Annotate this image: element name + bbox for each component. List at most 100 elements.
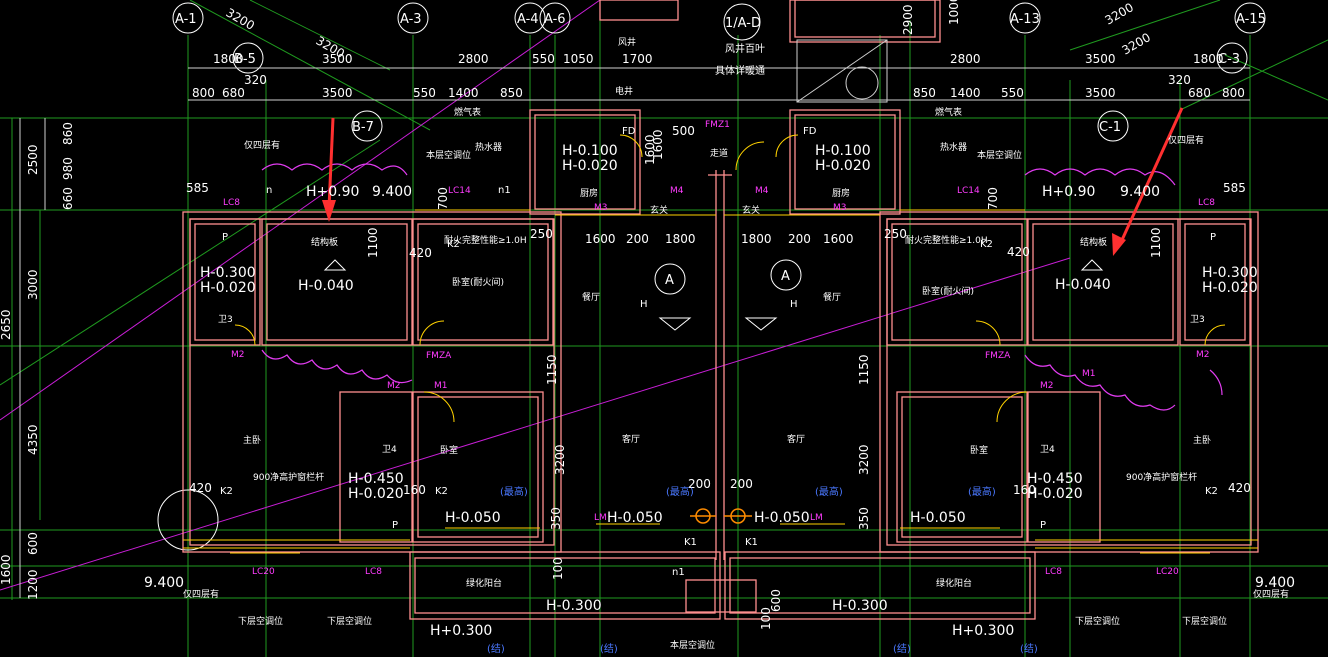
elev-13: H-0.100 — [815, 143, 871, 159]
room-bath-right: 卫4 — [1040, 445, 1055, 455]
elev-28: 9.400 — [1255, 575, 1295, 591]
tag-fmza-2: FMZA — [985, 351, 1011, 361]
tag-k2-4: K2 — [435, 486, 448, 497]
elev-11: H-0.100 — [562, 143, 618, 159]
dim-in-29: 1600 — [643, 134, 657, 165]
axis-label-a4: A-4 — [517, 12, 539, 27]
dim-top-5: 3200 — [1120, 30, 1153, 57]
label-struct-1: (结) — [487, 642, 505, 655]
elev-25: H+0.300 — [430, 623, 492, 639]
dim-in-23: 160 — [403, 483, 426, 497]
room-heater-left: 热水器 — [475, 141, 502, 153]
dim-r1-5: 1050 — [563, 52, 594, 66]
tag-lc20-1: LC20 — [252, 567, 275, 577]
tag-n1-1: n1 — [498, 185, 511, 196]
dim-r1-7: 2800 — [950, 52, 981, 66]
room-louver-2: 具体详暖通 — [715, 64, 765, 77]
room-roof-left: 仅四层有 — [244, 139, 280, 151]
elev-6: H-0.020 — [200, 280, 256, 296]
tag-m2-1: M2 — [231, 350, 245, 360]
dim-in-1: 500 — [672, 124, 695, 138]
axis-label-a1: A-1 — [175, 12, 197, 27]
tag-m2-4: M2 — [1196, 350, 1210, 360]
dim-in-3: 250 — [530, 227, 553, 241]
dim-in-6: 1800 — [665, 232, 696, 246]
label-struct-2: (结) — [600, 642, 618, 655]
dim-in-17: 3200 — [553, 444, 567, 475]
elev-16: H-0.020 — [348, 486, 404, 502]
tag-k1-2: K1 — [745, 537, 758, 548]
room-ac-low-2: 下层空调位 — [327, 615, 372, 627]
dim-r1-1: 1800 — [213, 52, 244, 66]
room-ac-top-right: 本层空调位 — [977, 149, 1022, 161]
room-living-right: 客厅 — [787, 433, 805, 445]
elev-10: H-0.020 — [1202, 280, 1258, 296]
dim-in-20: 200 — [730, 477, 753, 491]
dim-in-28: 2900 — [901, 4, 915, 35]
tag-k2-2: K2 — [980, 239, 993, 250]
axis-label-a-left: A — [665, 273, 674, 288]
axis-label-c1: C-1 — [1099, 120, 1121, 135]
tag-p-4: P — [1040, 520, 1046, 531]
dim-in-27: 600 — [769, 589, 783, 612]
tag-m3-2: M3 — [833, 203, 847, 213]
tag-m1-2: M1 — [1082, 369, 1096, 379]
elev-24: H-0.300 — [832, 598, 888, 614]
dim-r3-6: 850 — [500, 86, 523, 100]
elev-1: H+0.90 — [306, 184, 359, 200]
dim-in-35: 420 — [1228, 481, 1251, 495]
elev-27: 9.400 — [144, 575, 184, 591]
axis-label-a3: A-3 — [400, 12, 422, 27]
tag-fmza-1: FMZA — [426, 351, 452, 361]
dim-r1-4: 550 — [532, 52, 555, 66]
dim-top-4: 3200 — [1103, 0, 1136, 27]
room-fire-right: 卧室(耐火间) — [922, 285, 974, 297]
dim-r3-2: 680 — [222, 86, 245, 100]
label-struct-3: (结) — [893, 642, 911, 655]
tag-h-1: H — [640, 299, 648, 310]
dim-r1-2: 3500 — [322, 52, 353, 66]
tag-k2-3: K2 — [220, 486, 233, 497]
dim-r3-9: 550 — [1001, 86, 1024, 100]
room-fire-note-right: 耐火完整性能≥1.0H — [905, 234, 988, 246]
section-markers — [323, 259, 1104, 331]
room-ac-low-4: 下层空调位 — [1182, 615, 1227, 627]
dim-in-11: 1100 — [366, 227, 380, 258]
stair-symbols — [796, 39, 888, 103]
axis-label-a15: A-15 — [1236, 12, 1266, 27]
dim-r3-3: 3500 — [322, 86, 353, 100]
room-living-left: 客厅 — [622, 433, 640, 445]
tag-m1-1: M1 — [434, 381, 448, 391]
room-gas-right: 燃气表 — [935, 106, 962, 118]
dim-left-2: 2500 — [26, 144, 40, 175]
room-master-right: 主卧 — [1193, 434, 1211, 446]
axis-label-b7: B-7 — [352, 120, 374, 135]
label-highest-2: (最高) — [666, 485, 694, 498]
dim-left-10: 1600 — [0, 554, 13, 585]
dim-in-4: 1600 — [585, 232, 616, 246]
tag-m4-1: M4 — [670, 186, 684, 196]
dim-r2-1: 320 — [244, 73, 267, 87]
dim-in-5: 200 — [626, 232, 649, 246]
room-ac-top-left: 本层空调位 — [426, 149, 471, 161]
elev-7: H-0.040 — [298, 278, 354, 294]
tag-fmz1: FMZ1 — [705, 120, 730, 130]
room-bath3-right: 卫3 — [1190, 315, 1205, 325]
room-ac-low-3: 下层空调位 — [1075, 615, 1120, 627]
dim-left-1: 860 — [61, 122, 75, 145]
tag-m4-2: M4 — [755, 186, 769, 196]
tag-k1-1: K1 — [684, 537, 697, 548]
label-struct-4: (结) — [1020, 642, 1038, 655]
dim-in-21: 350 — [549, 507, 563, 530]
tag-p-2: P — [1210, 232, 1216, 243]
room-dining-right: 餐厅 — [823, 291, 841, 303]
tag-lc8-2: LC8 — [1198, 198, 1215, 208]
elev-22: H-0.050 — [910, 510, 966, 526]
room-hall-right: 玄关 — [742, 204, 760, 216]
elev-19: H-0.050 — [445, 510, 501, 526]
cad-drawing-canvas[interactable]: A-1 A-3 A-4 A-6 1/A-D A-13 A-15 B-5 B-7 … — [0, 0, 1328, 657]
room-bed-left: 卧室 — [440, 444, 458, 456]
label-highest-4: (最高) — [968, 485, 996, 498]
elev-8: H-0.040 — [1055, 277, 1111, 293]
dim-r3-11: 680 — [1188, 86, 1211, 100]
